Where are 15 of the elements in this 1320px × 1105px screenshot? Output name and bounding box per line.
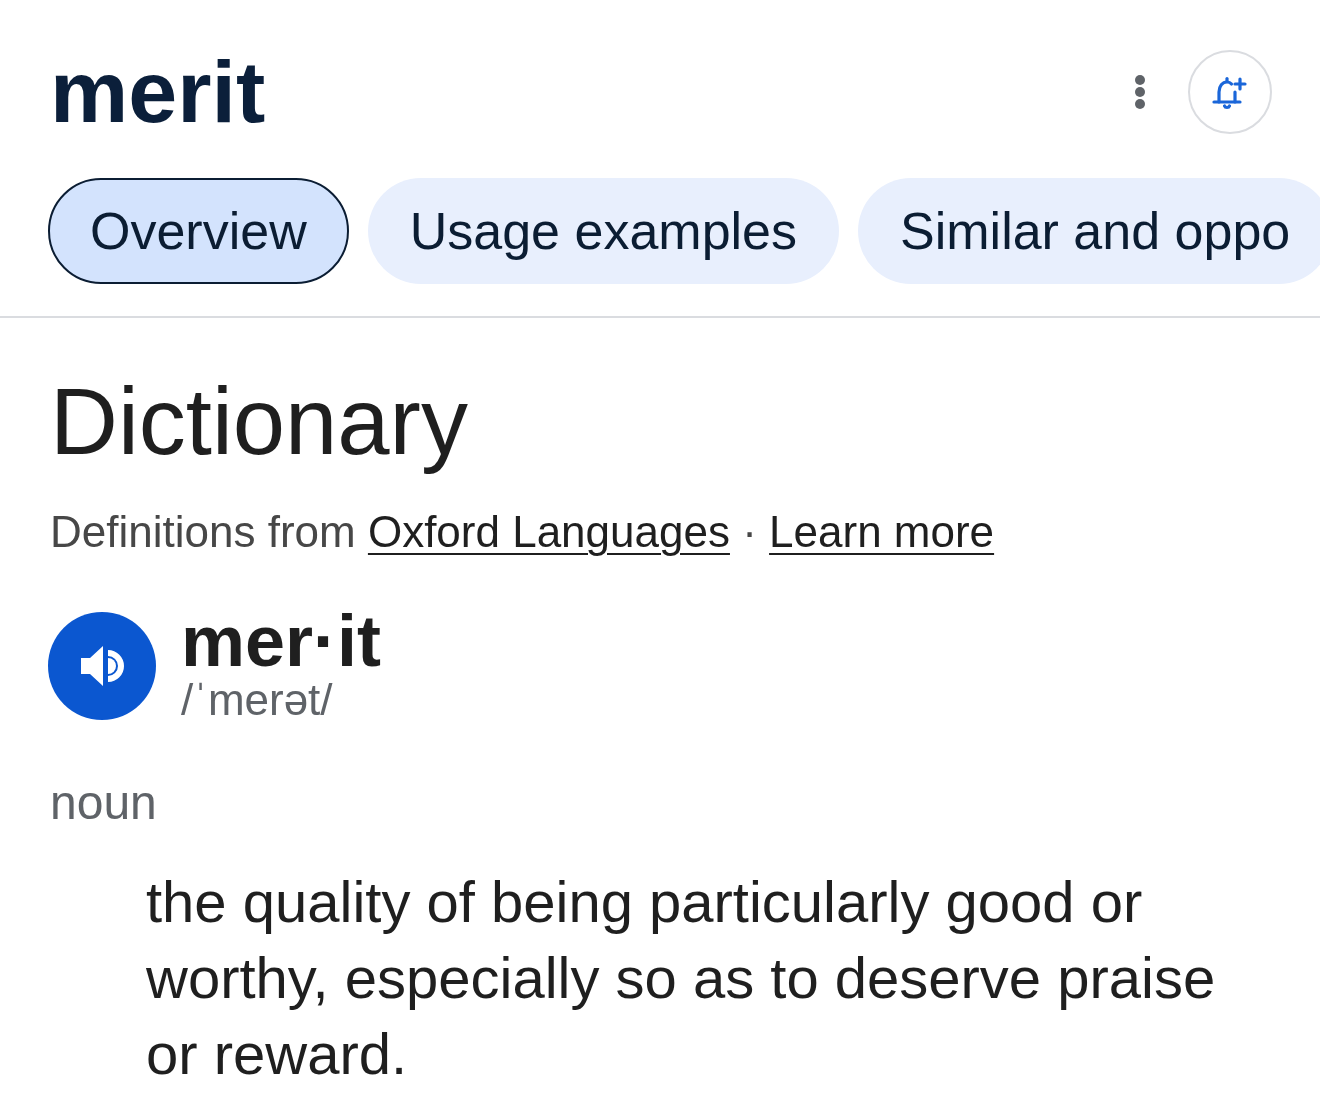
more-options-button[interactable] <box>1134 74 1146 110</box>
learn-more-link[interactable]: Learn more <box>769 507 995 557</box>
speaker-icon <box>81 645 127 686</box>
definition-text: the quality of being particularly good or worthy, especially so as to deserve praise or reward. <box>146 867 1217 1088</box>
tab[interactable]: Overview <box>48 178 349 284</box>
attribution-text: Definitions from Oxford Languages · Learn more <box>50 506 995 559</box>
tab[interactable]: Usage examples <box>367 178 840 284</box>
section-heading: Dictionary <box>50 368 468 476</box>
bell-plus-icon <box>1212 74 1248 110</box>
add-alert-button[interactable] <box>1188 50 1272 134</box>
word-title: merit <box>50 48 266 136</box>
source-link[interactable]: Oxford Languages <box>367 507 730 557</box>
tab[interactable]: Similar and oppo <box>858 178 1320 284</box>
more-vert-icon <box>1134 74 1146 110</box>
part-of-speech: noun <box>50 778 157 827</box>
